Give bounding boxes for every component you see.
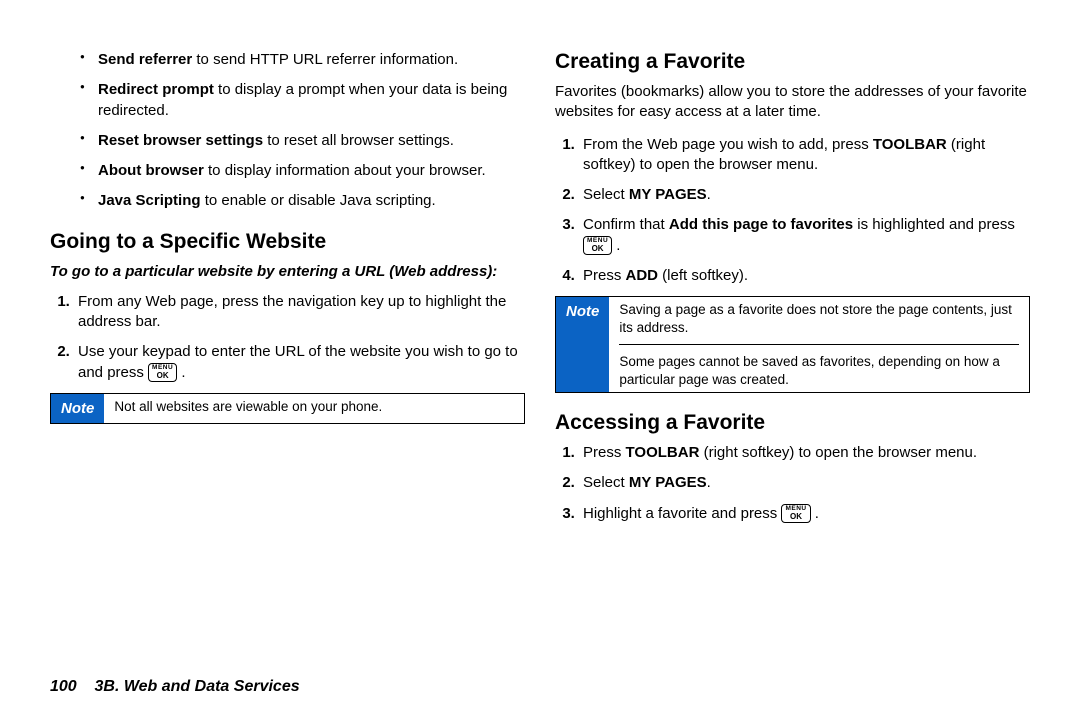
step-text: From any Web page, press the navigation … — [78, 293, 506, 330]
note-box: Note Saving a page as a favorite does no… — [555, 296, 1030, 393]
intro-text: To go to a particular website by enterin… — [50, 262, 525, 282]
term-desc: to send HTTP URL referrer information. — [192, 51, 458, 68]
intro-text: Favorites (bookmarks) allow you to store… — [555, 82, 1030, 123]
list-item: Redirect prompt to display a prompt when… — [80, 80, 525, 121]
ok-key-icon: MENUOK — [781, 504, 810, 523]
term: Java Scripting — [98, 192, 201, 209]
step-item: Press TOOLBAR (right softkey) to open th… — [579, 443, 1030, 463]
step-text: Use your keypad to enter the URL of the … — [78, 343, 518, 380]
list-item: Reset browser settings to reset all brow… — [80, 131, 525, 151]
note-content: Not all websites are viewable on your ph… — [104, 394, 524, 423]
term-desc: to enable or disable Java scripting. — [201, 192, 436, 209]
term: Redirect prompt — [98, 81, 214, 98]
note-label: Note — [51, 394, 104, 423]
heading-accessing-favorite: Accessing a Favorite — [555, 411, 1030, 435]
steps-list: From the Web page you wish to add, press… — [555, 135, 1030, 287]
steps-list: Press TOOLBAR (right softkey) to open th… — [555, 443, 1030, 524]
note-content: Saving a page as a favorite does not sto… — [609, 297, 1029, 392]
steps-list: From any Web page, press the navigation … — [50, 292, 525, 383]
list-item: About browser to display information abo… — [80, 161, 525, 181]
step-item: From the Web page you wish to add, press… — [579, 135, 1030, 176]
term-desc: to reset all browser settings. — [263, 132, 454, 149]
step-item: From any Web page, press the navigation … — [74, 292, 525, 333]
list-item: Send referrer to send HTTP URL referrer … — [80, 50, 525, 70]
term: About browser — [98, 162, 204, 179]
note-p1: Saving a page as a favorite does not sto… — [619, 301, 1019, 336]
note-label: Note — [556, 297, 609, 392]
term: Reset browser settings — [98, 132, 263, 149]
ok-key-icon: MENUOK — [583, 236, 612, 255]
right-column: Creating a Favorite Favorites (bookmarks… — [555, 50, 1030, 534]
step-item: Press ADD (left softkey). — [579, 266, 1030, 286]
list-item: Java Scripting to enable or disable Java… — [80, 191, 525, 211]
heading-creating-favorite: Creating a Favorite — [555, 50, 1030, 74]
left-column: Send referrer to send HTTP URL referrer … — [50, 50, 525, 534]
note-box: Note Not all websites are viewable on yo… — [50, 393, 525, 424]
page-number: 100 — [50, 678, 77, 695]
step-item: Select MY PAGES. — [579, 185, 1030, 205]
bullet-list: Send referrer to send HTTP URL referrer … — [50, 50, 525, 212]
ok-key-icon: MENUOK — [148, 363, 177, 382]
step-item: Select MY PAGES. — [579, 473, 1030, 493]
section-title: 3B. Web and Data Services — [94, 678, 299, 695]
term: Send referrer — [98, 51, 192, 68]
page-footer: 100 3B. Web and Data Services — [50, 678, 300, 696]
divider — [619, 344, 1019, 345]
note-p2: Some pages cannot be saved as favorites,… — [619, 353, 1019, 388]
step-item: Confirm that Add this page to favorites … — [579, 215, 1030, 256]
heading-going-specific: Going to a Specific Website — [50, 230, 525, 254]
term-desc: to display information about your browse… — [204, 162, 486, 179]
step-item: Use your keypad to enter the URL of the … — [74, 342, 525, 383]
step-item: Highlight a favorite and press MENUOK . — [579, 504, 1030, 524]
